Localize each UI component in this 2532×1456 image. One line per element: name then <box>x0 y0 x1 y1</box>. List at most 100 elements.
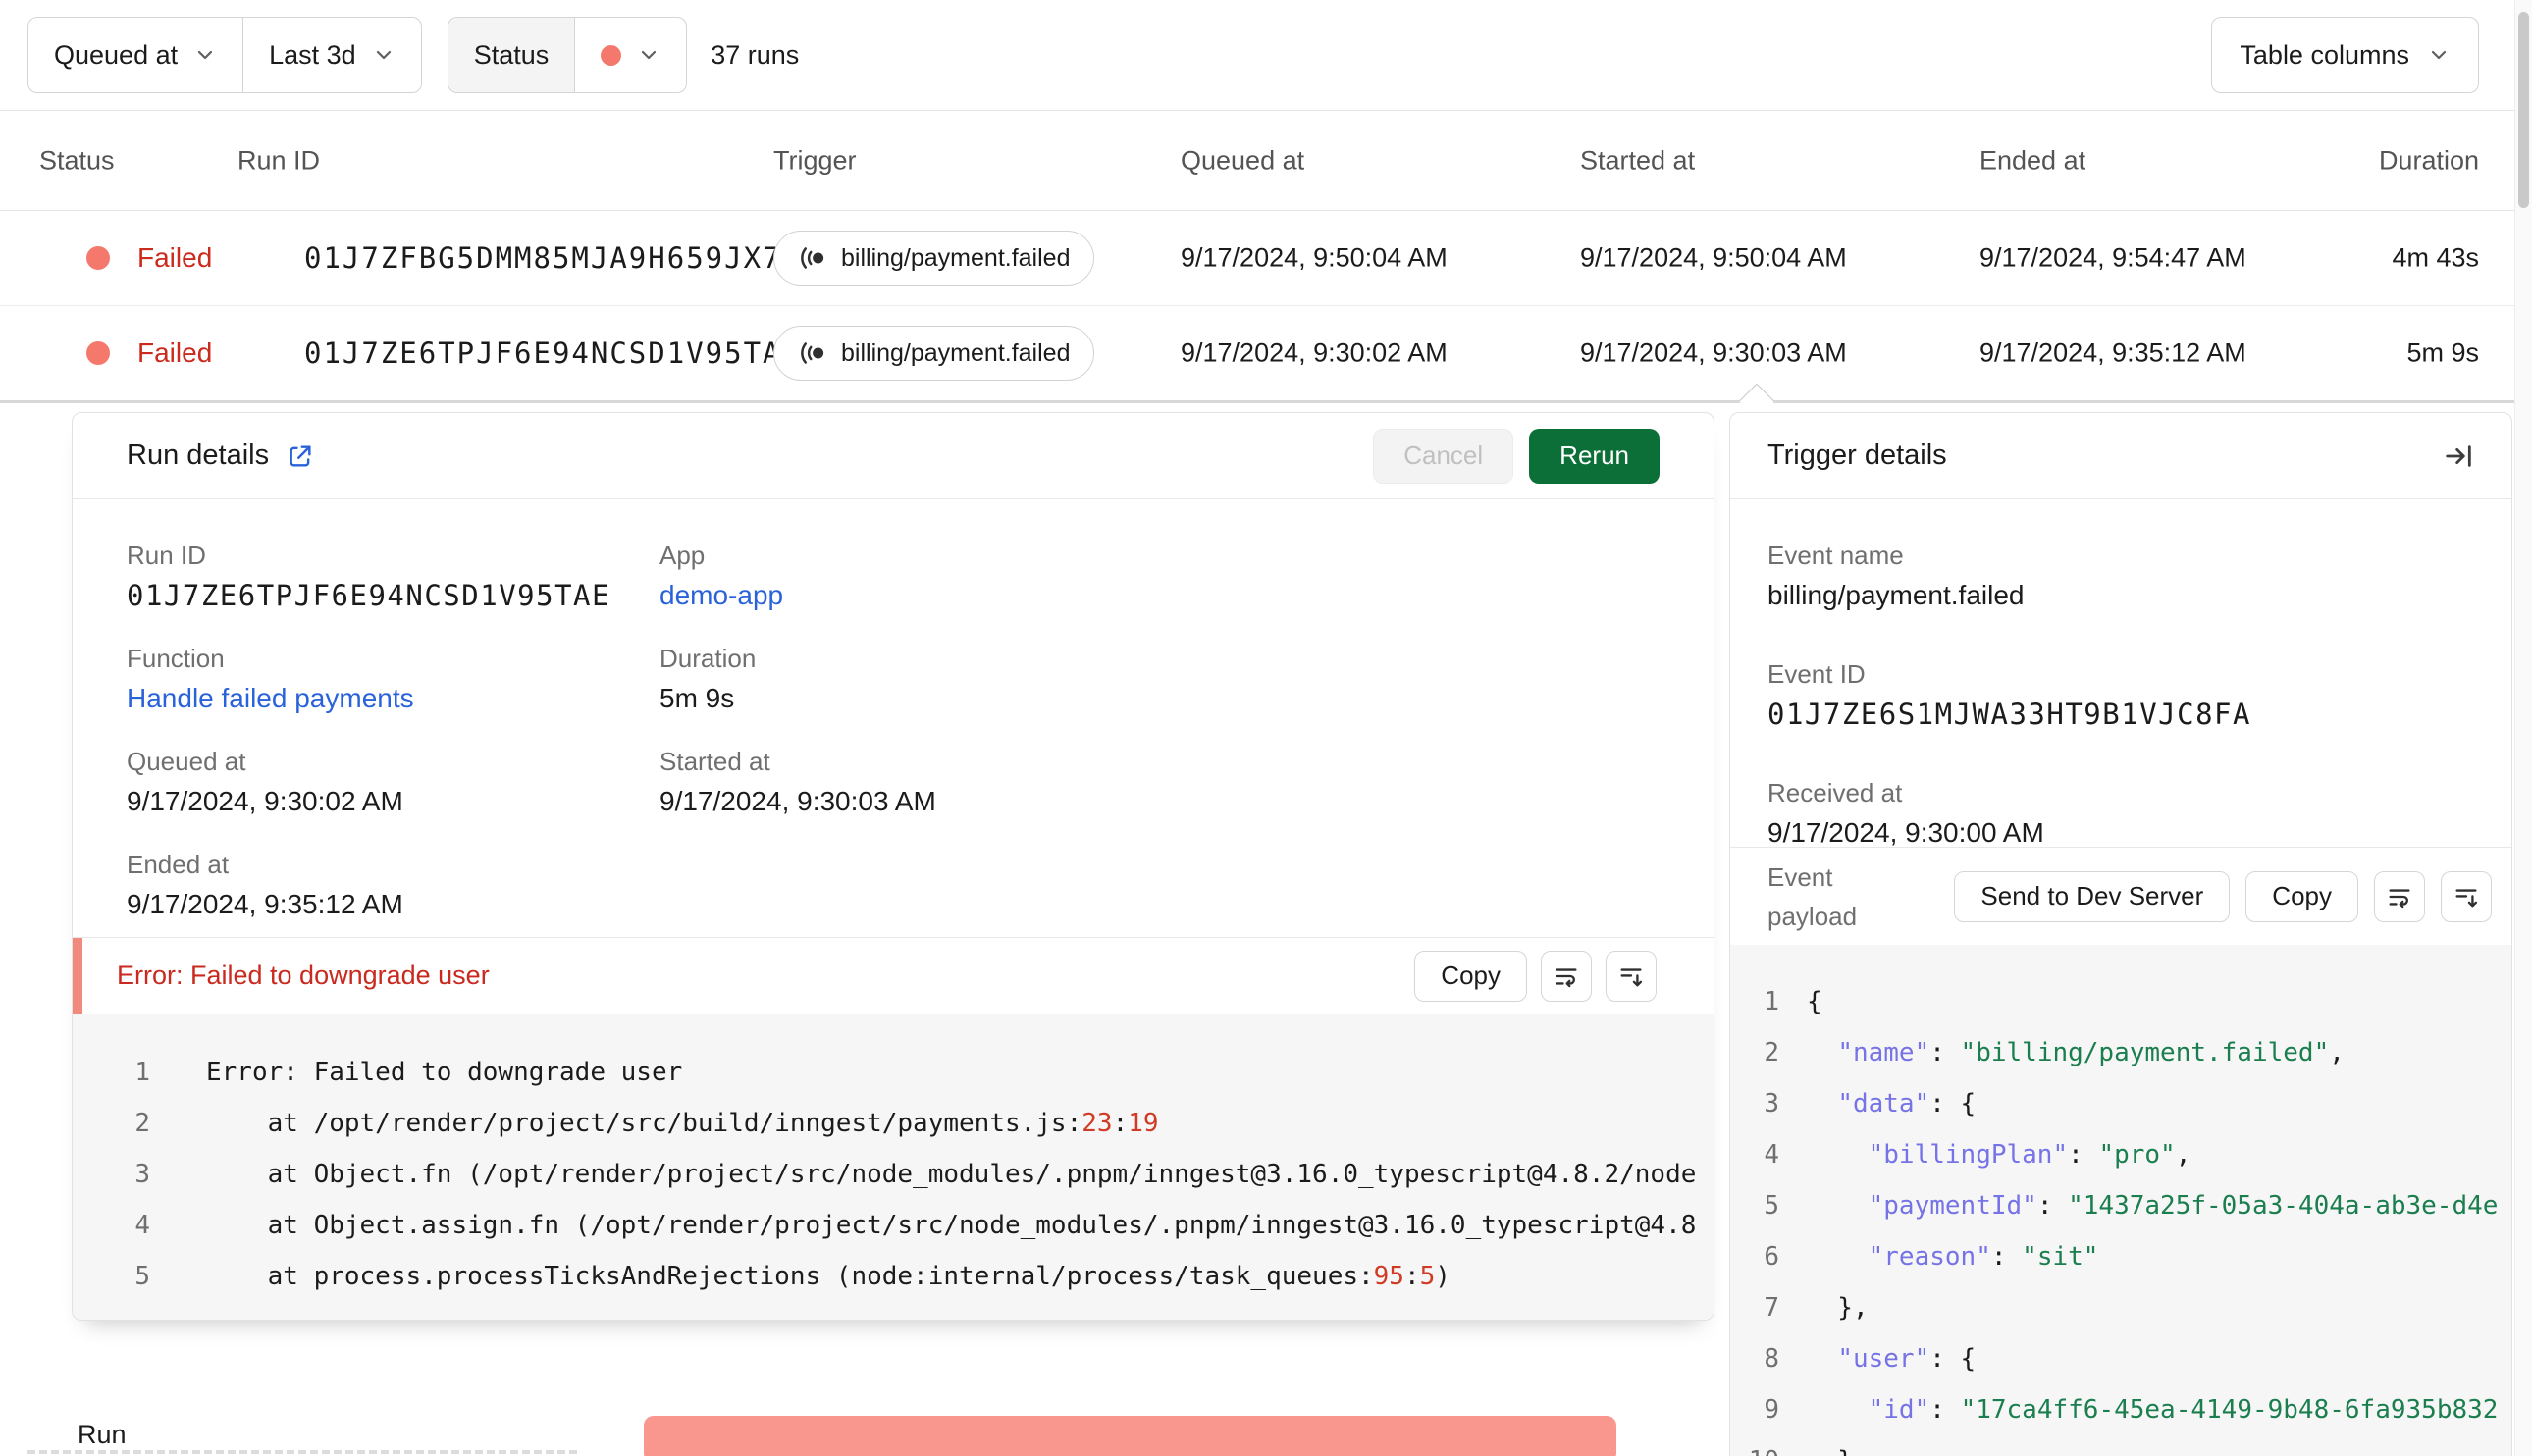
code-text: { <box>1807 987 1822 1016</box>
field-label: Started at <box>659 747 770 776</box>
line-number: 5 <box>134 1262 150 1291</box>
page-scrollbar[interactable] <box>2514 0 2532 1456</box>
ended-at-field: Ended at 9/17/2024, 9:35:12 AM <box>127 850 659 921</box>
field-value: 9/17/2024, 9:30:00 AM <box>1767 817 2044 848</box>
status-filter: Status <box>447 17 688 93</box>
started-at-cell: 9/17/2024, 9:50:04 AM <box>1580 242 1847 273</box>
timeline-run-bar[interactable] <box>644 1416 1616 1456</box>
status-label: Failed <box>137 338 213 368</box>
code-text: "billingPlan": "pro", <box>1868 1140 2191 1170</box>
line-number: 9 <box>1764 1395 1779 1425</box>
field-value: 5m 9s <box>659 683 735 713</box>
code-text: "id": "17ca4ff6-45ea-4149-9b48-6fa935b83… <box>1868 1395 2499 1425</box>
time-range-label: Last 3d <box>269 39 356 70</box>
run-id-cell: 01J7ZFBG5DMM85MJA9H659JX75 <box>304 241 801 275</box>
queued-at-range-filter: Queued at Last 3d <box>27 17 422 93</box>
queued-at-filter[interactable]: Queued at <box>28 18 242 92</box>
code-line: 5 "paymentId": "1437a25f-05a3-404a-ab3e-… <box>1730 1180 2511 1231</box>
function-link[interactable]: Handle failed payments <box>127 682 659 715</box>
status-cell: Failed <box>86 242 212 274</box>
field-label: Duration <box>659 644 757 673</box>
send-to-dev-server-button[interactable]: Send to Dev Server <box>1954 870 2231 922</box>
word-wrap-icon <box>2389 888 2410 908</box>
code-text: }, <box>1807 1293 1869 1323</box>
chevron-down-icon <box>642 50 657 60</box>
error-title: Error: Failed to downgrade user <box>117 961 490 990</box>
run-details-panel: Run details Cancel Rerun Run ID 01J7ZE6T… <box>72 412 1714 1321</box>
code-line: 10 } <box>1730 1435 2511 1456</box>
line-number: 1 <box>1764 987 1779 1016</box>
word-wrap-button[interactable] <box>2374 870 2425 922</box>
cancel-button[interactable]: Cancel <box>1373 428 1514 484</box>
field-label: Event name <box>1767 541 1904 570</box>
run-id-field: Run ID 01J7ZE6TPJF6E94NCSD1V95TAE <box>127 541 659 612</box>
run-details-title: Run details <box>127 440 270 471</box>
code-line: 4 "billingPlan": "pro", <box>1730 1129 2511 1180</box>
table-row[interactable]: Failed 01J7ZE6TPJF6E94NCSD1V95TAE billin… <box>0 306 2514 400</box>
collapse-panel-button[interactable] <box>2443 441 2474 472</box>
table-columns-button[interactable]: Table columns <box>2211 17 2479 93</box>
code-text: } <box>1807 1446 1853 1456</box>
scrollbar-thumb[interactable] <box>2518 12 2529 208</box>
status-cell: Failed <box>86 338 212 369</box>
scroll-to-bottom-button[interactable] <box>1606 950 1657 1002</box>
field-label: Received at <box>1767 778 1903 807</box>
runs-count: 37 runs <box>711 39 800 70</box>
field-value: 9/17/2024, 9:30:02 AM <box>127 786 403 816</box>
error-actions: Copy <box>1414 950 1657 1002</box>
external-link-icon[interactable] <box>287 442 314 470</box>
started-at-field: Started at 9/17/2024, 9:30:03 AM <box>659 747 1660 818</box>
copy-button[interactable]: Copy <box>2245 870 2358 922</box>
line-number: 5 <box>1764 1191 1779 1221</box>
app-link[interactable]: demo-app <box>659 579 1660 612</box>
event-payload-actions: Send to Dev Server Copy <box>1954 870 2492 922</box>
ended-at-cell: 9/17/2024, 9:54:47 AM <box>1979 242 2246 273</box>
code-text: at /opt/render/project/src/build/inngest… <box>206 1109 1159 1138</box>
scroll-down-icon <box>2455 888 2478 907</box>
column-header-started: Started at <box>1580 145 1696 175</box>
scroll-to-bottom-button[interactable] <box>2441 870 2492 922</box>
copy-button[interactable]: Copy <box>1414 950 1527 1002</box>
column-header-ended: Ended at <box>1979 145 2086 175</box>
stack-trace-code: 1 Error: Failed to downgrade user 2 at /op… <box>73 1014 1714 1320</box>
line-number: 7 <box>1764 1293 1779 1323</box>
chevron-down-icon <box>376 50 391 60</box>
time-range-filter[interactable]: Last 3d <box>242 18 421 92</box>
code-text: at Object.assign.fn (/opt/render/project… <box>206 1211 1697 1240</box>
status-filter-value[interactable] <box>574 18 686 92</box>
code-line: 3 at Object.fn (/opt/render/project/src/… <box>73 1149 1714 1200</box>
scroll-down-icon <box>1620 967 1643 986</box>
status-filter-label: Status <box>473 39 550 70</box>
code-text: "paymentId": "1437a25f-05a3-404a-ab3e-d4… <box>1868 1191 2499 1221</box>
status-filter-label-segment[interactable]: Status <box>448 18 575 92</box>
code-text: at process.processTicksAndRejections (no… <box>206 1262 1451 1291</box>
trigger-event-pill[interactable]: billing/payment.failed <box>773 326 1095 381</box>
line-number: 4 <box>134 1211 150 1240</box>
started-at-cell: 9/17/2024, 9:30:03 AM <box>1580 338 1847 368</box>
field-label: Ended at <box>127 850 230 879</box>
run-id-cell: 01J7ZE6TPJF6E94NCSD1V95TAE <box>304 337 801 370</box>
column-header-duration: Duration <box>2378 145 2479 175</box>
event-id-field: Event ID 01J7ZE6S1MJWA33HT9B1VJC8FA <box>1767 659 2474 731</box>
code-line: 1{ <box>1730 976 2511 1027</box>
word-wrap-button[interactable] <box>1541 950 1592 1002</box>
code-text: Error: Failed to downgrade user <box>206 1058 683 1087</box>
rerun-button[interactable]: Rerun <box>1529 428 1660 484</box>
line-number: 10 <box>1730 1435 1779 1456</box>
line-number: 8 <box>1764 1344 1779 1374</box>
collapse-right-icon <box>2446 444 2471 467</box>
field-value: 9/17/2024, 9:30:03 AM <box>659 786 936 816</box>
expanded-panel-divider <box>0 400 2514 403</box>
chevron-down-icon <box>2431 50 2447 60</box>
run-details-header: Run details Cancel Rerun <box>73 413 1714 499</box>
line-number: 2 <box>1764 1038 1779 1067</box>
trigger-event-pill[interactable]: billing/payment.failed <box>773 231 1095 286</box>
column-header-status: Status <box>39 145 115 175</box>
trigger-details-header: Trigger details <box>1730 413 2511 499</box>
code-text: at Object.fn (/opt/render/project/src/no… <box>206 1160 1697 1189</box>
table-row[interactable]: Failed 01J7ZFBG5DMM85MJA9H659JX75 billin… <box>0 211 2514 306</box>
code-line: 3 "data": { <box>1730 1078 2511 1129</box>
timeline-axis-dashes <box>27 1450 577 1454</box>
line-number: 1 <box>134 1058 150 1087</box>
field-label: Run ID <box>127 541 206 570</box>
